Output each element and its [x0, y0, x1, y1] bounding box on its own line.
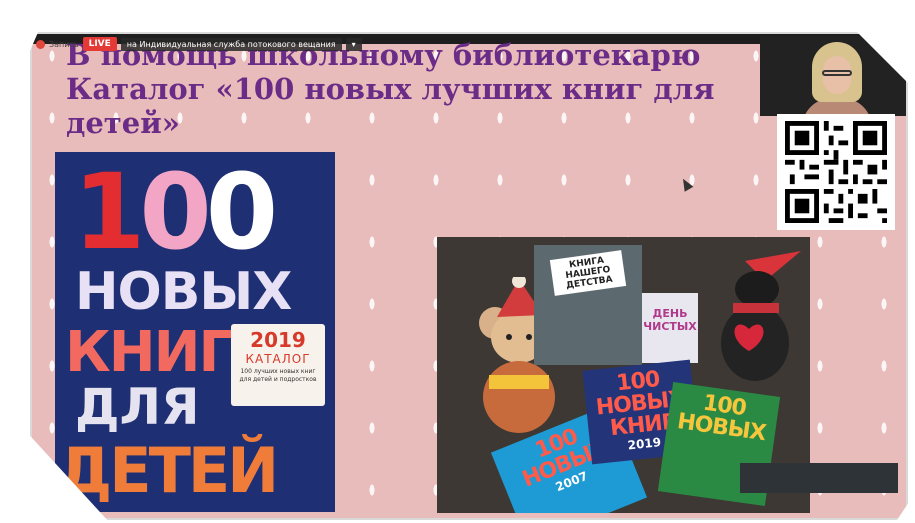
stream-service-selector[interactable]: на Индивидуальная служба потокового веща… [120, 37, 342, 51]
book-childhood: КНИГА НАШЕГО ДЕТСТВА [534, 245, 642, 365]
cover-word-knig: КНИГ [65, 320, 234, 385]
cover-digit-3: 0 [205, 152, 278, 273]
cover-sticker: 2019 КАТАЛОГ 100 лучших новых книг для д… [231, 324, 325, 406]
cover-digit-2: 0 [139, 152, 211, 273]
caption-overlay [740, 463, 898, 493]
recording-bar: Запись LIVE на Индивидуальная служба пот… [36, 36, 362, 52]
book-small-title: ДЕНЬ ЧИСТЫХ [643, 307, 697, 333]
cover-word-novyh: НОВЫХ [75, 262, 292, 322]
book-childhood-title: КНИГА НАШЕГО ДЕТСТВА [549, 250, 627, 296]
sticker-subtitle: 100 лучших новых книг для детей и подрос… [239, 368, 317, 383]
book-catalog-green-label: 100 НОВЫХ [675, 390, 767, 447]
frame-corner-bottom-right [895, 493, 915, 523]
qr-code-icon [785, 121, 887, 223]
heading-line-2: Каталог «100 новых лучших книг для [66, 72, 715, 106]
cover-number: 100 [73, 160, 278, 264]
frame-corner-top-right [825, 0, 915, 90]
book-small: ДЕНЬ ЧИСТЫХ [642, 293, 698, 363]
slide-heading: В помощь школьному библиотекарю Каталог … [66, 38, 715, 140]
live-badge[interactable]: LIVE [82, 37, 117, 51]
frame-corner-bottom-left [0, 403, 110, 523]
chevron-down-icon[interactable]: ▾ [345, 37, 362, 51]
sticker-title: КАТАЛОГ [245, 352, 311, 366]
toy-sheep-icon [721, 251, 801, 381]
qr-code-panel [777, 114, 895, 230]
heading-line-3: детей» [66, 106, 180, 140]
sticker-year: 2019 [250, 328, 306, 352]
cover-digit-1: 1 [73, 152, 145, 273]
frame-corner-top-left [0, 0, 52, 120]
presentation-frame: В помощь школьному библиотекарю Каталог … [0, 0, 915, 523]
recording-label: Запись [49, 39, 79, 49]
